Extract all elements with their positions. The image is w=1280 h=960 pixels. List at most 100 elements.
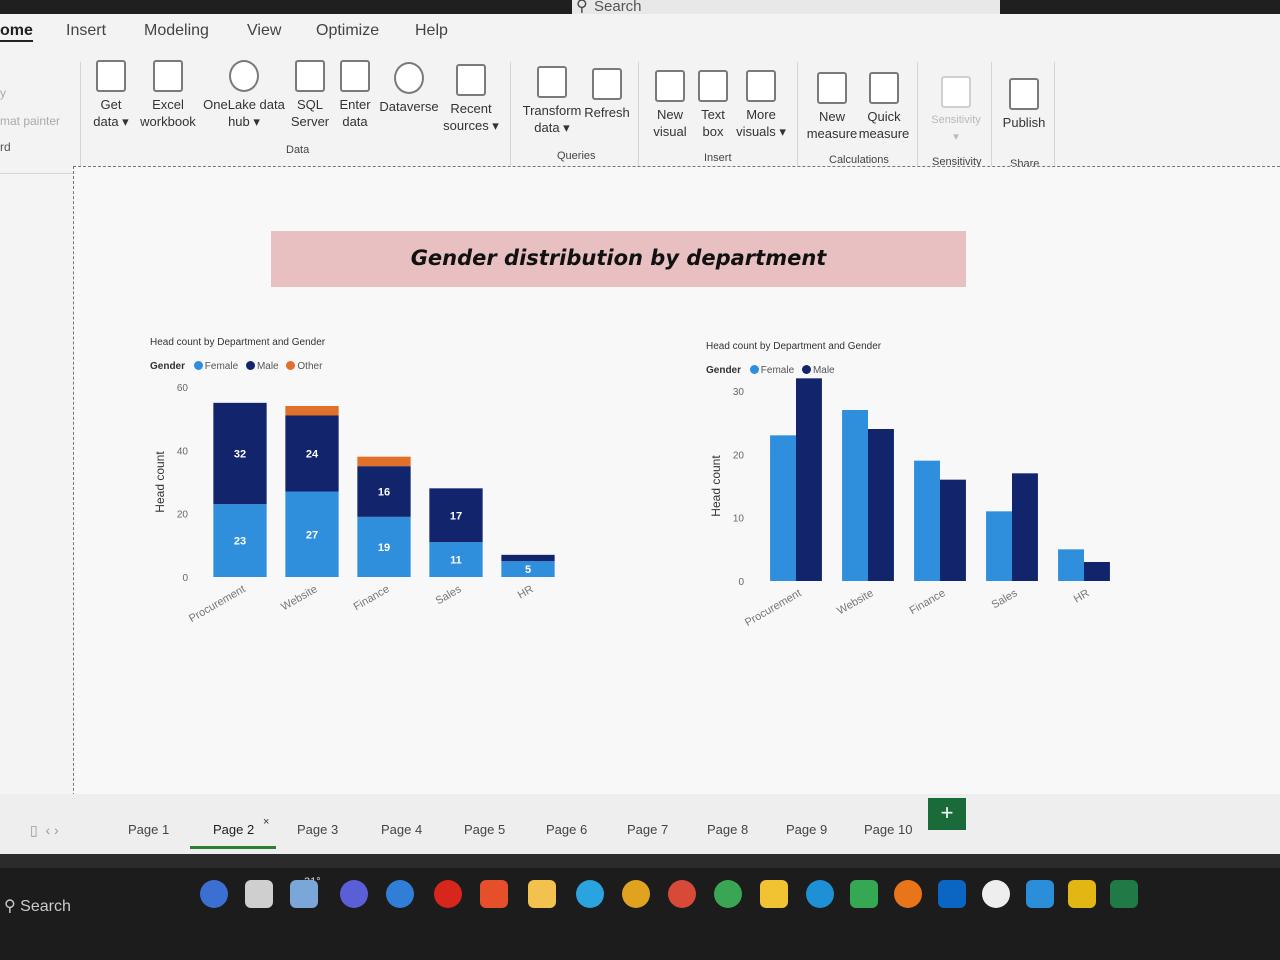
bing-icon[interactable]: [200, 880, 228, 908]
y-axis-label: Head count: [153, 451, 167, 513]
ribbon-separator: [1054, 62, 1055, 166]
bar-male: [501, 554, 555, 562]
onelake-data-hub-button[interactable]: OneLake data hub ▾: [200, 60, 288, 130]
tab-page-3[interactable]: Page 3: [297, 822, 338, 837]
group-label-data: Data: [286, 144, 310, 156]
menu-optimize[interactable]: Optimize: [316, 22, 379, 40]
text-box-button[interactable]: Text box: [694, 70, 732, 140]
data-label: 5: [525, 564, 531, 576]
ribbon-separator: [510, 62, 511, 166]
format-painter-fragment[interactable]: mat painter: [0, 114, 60, 128]
sql-server-button[interactable]: SQL Server: [288, 60, 332, 130]
recent-sources-button[interactable]: Recent sources ▾: [440, 64, 502, 134]
group-label-calculations: Calculations: [829, 154, 889, 166]
legend-swatch: [193, 361, 203, 370]
github-icon[interactable]: [982, 880, 1010, 908]
tab-page-4[interactable]: Page 4: [381, 822, 422, 837]
bar-male: [868, 429, 894, 581]
new-measure-button[interactable]: New measure: [806, 72, 858, 142]
legend-title: Gender: [150, 361, 186, 372]
enter-data-button[interactable]: Enter data: [334, 60, 376, 130]
chart-legend: Gender Female Male Other: [150, 361, 327, 372]
excel-app-icon[interactable]: [1110, 880, 1138, 908]
telegram-icon[interactable]: [576, 880, 604, 908]
x-tick-label: Finance: [352, 583, 392, 613]
teams-icon[interactable]: [340, 880, 368, 908]
transform-data-button[interactable]: Transform data ▾: [520, 66, 584, 136]
new-visual-button[interactable]: New visual: [648, 70, 692, 140]
clustered-bar-chart[interactable]: Head count by Department and Gender Gend…: [700, 341, 1130, 661]
weather-icon[interactable]: [290, 880, 318, 908]
report-canvas: Gender distribution by department Head c…: [0, 166, 1280, 816]
report-title-banner[interactable]: Gender distribution by department: [271, 231, 966, 287]
refresh-button[interactable]: Refresh: [584, 68, 630, 121]
close-icon[interactable]: ×: [263, 816, 269, 828]
chart-title: Head count by Department and Gender: [706, 341, 882, 352]
menu-help[interactable]: Help: [415, 22, 448, 40]
text-box-icon: [698, 70, 728, 102]
bar-female: [986, 511, 1012, 581]
google-drive-icon[interactable]: [850, 880, 878, 908]
clipboard-fragment: rd: [0, 140, 11, 154]
excel-workbook-button[interactable]: Excel workbook: [136, 60, 200, 130]
tab-page-9[interactable]: Page 9: [786, 822, 827, 837]
tab-page-10[interactable]: Page 10: [864, 822, 912, 837]
linkedin-icon[interactable]: [938, 880, 966, 908]
calculator-icon: [817, 72, 847, 104]
sensitivity-button[interactable]: Sensitivity ▾: [924, 76, 988, 146]
legend-entry-female[interactable]: Female: [193, 361, 238, 372]
more-visuals-button[interactable]: More visuals ▾: [734, 70, 788, 140]
menu-view[interactable]: View: [247, 22, 281, 40]
menu-modeling[interactable]: Modeling: [144, 22, 209, 40]
file-explorer-icon[interactable]: [528, 880, 556, 908]
legend-entry-male[interactable]: Male: [245, 361, 279, 372]
bar-male: [796, 378, 822, 581]
legend-entry-male[interactable]: Male: [801, 365, 835, 376]
sticky-notes-icon[interactable]: [760, 880, 788, 908]
quick-measure-button[interactable]: Quick measure: [858, 72, 910, 142]
chrome-profile-icon[interactable]: [668, 880, 696, 908]
tab-page-8[interactable]: Page 8: [707, 822, 748, 837]
task-view-icon[interactable]: [245, 880, 273, 908]
legend-entry-other[interactable]: Other: [286, 361, 322, 372]
refresh-icon: [592, 68, 622, 100]
chart-plot-area: Head count 0 20 40 60 23 32 Procurement 27 24 Webs…: [153, 383, 555, 625]
data-label: 24: [306, 449, 319, 461]
y-tick-label: 20: [733, 450, 745, 461]
media-player-icon[interactable]: [386, 880, 414, 908]
add-page-button[interactable]: +: [928, 798, 966, 830]
report-page[interactable]: Gender distribution by department Head c…: [73, 166, 1280, 816]
dataverse-button[interactable]: Dataverse: [378, 62, 440, 115]
chrome-alt-icon[interactable]: [714, 880, 742, 908]
publish-button[interactable]: Publish: [998, 78, 1050, 131]
legend-entry-female[interactable]: Female: [749, 365, 794, 376]
opera-icon[interactable]: [434, 880, 462, 908]
tab-page-2[interactable]: Page 2: [213, 822, 254, 837]
tab-page-7[interactable]: Page 7: [627, 822, 668, 837]
chrome-icon[interactable]: [622, 880, 650, 908]
legend-swatch: [286, 361, 296, 370]
bar-chart-icon: [655, 70, 685, 102]
table-icon: [340, 60, 370, 92]
x-tick-label: Website: [835, 587, 875, 617]
menu-home[interactable]: ome: [0, 22, 33, 42]
taskbar-search[interactable]: ⚲ Search: [4, 896, 71, 916]
get-data-button[interactable]: Get data ▾: [88, 60, 134, 130]
group-label-queries: Queries: [557, 150, 596, 162]
firefox-icon[interactable]: [894, 880, 922, 908]
vscode-icon[interactable]: [1026, 880, 1054, 908]
bar-female: [914, 460, 940, 581]
onelake-icon: [229, 60, 259, 92]
legend-swatch: [749, 365, 759, 374]
x-tick-label: Sales: [990, 587, 1020, 611]
tab-page-1[interactable]: Page 1: [128, 822, 169, 837]
brave-icon[interactable]: [480, 880, 508, 908]
tab-page-5[interactable]: Page 5: [464, 822, 505, 837]
menu-insert[interactable]: Insert: [66, 22, 106, 40]
page-nav-icons[interactable]: ▯ ‹ ›: [30, 822, 59, 839]
power-bi-icon[interactable]: [1068, 880, 1096, 908]
edge-icon[interactable]: [806, 880, 834, 908]
sensitivity-icon: [941, 76, 971, 108]
stacked-bar-chart[interactable]: Head count by Department and Gender Gend…: [144, 337, 574, 657]
tab-page-6[interactable]: Page 6: [546, 822, 587, 837]
